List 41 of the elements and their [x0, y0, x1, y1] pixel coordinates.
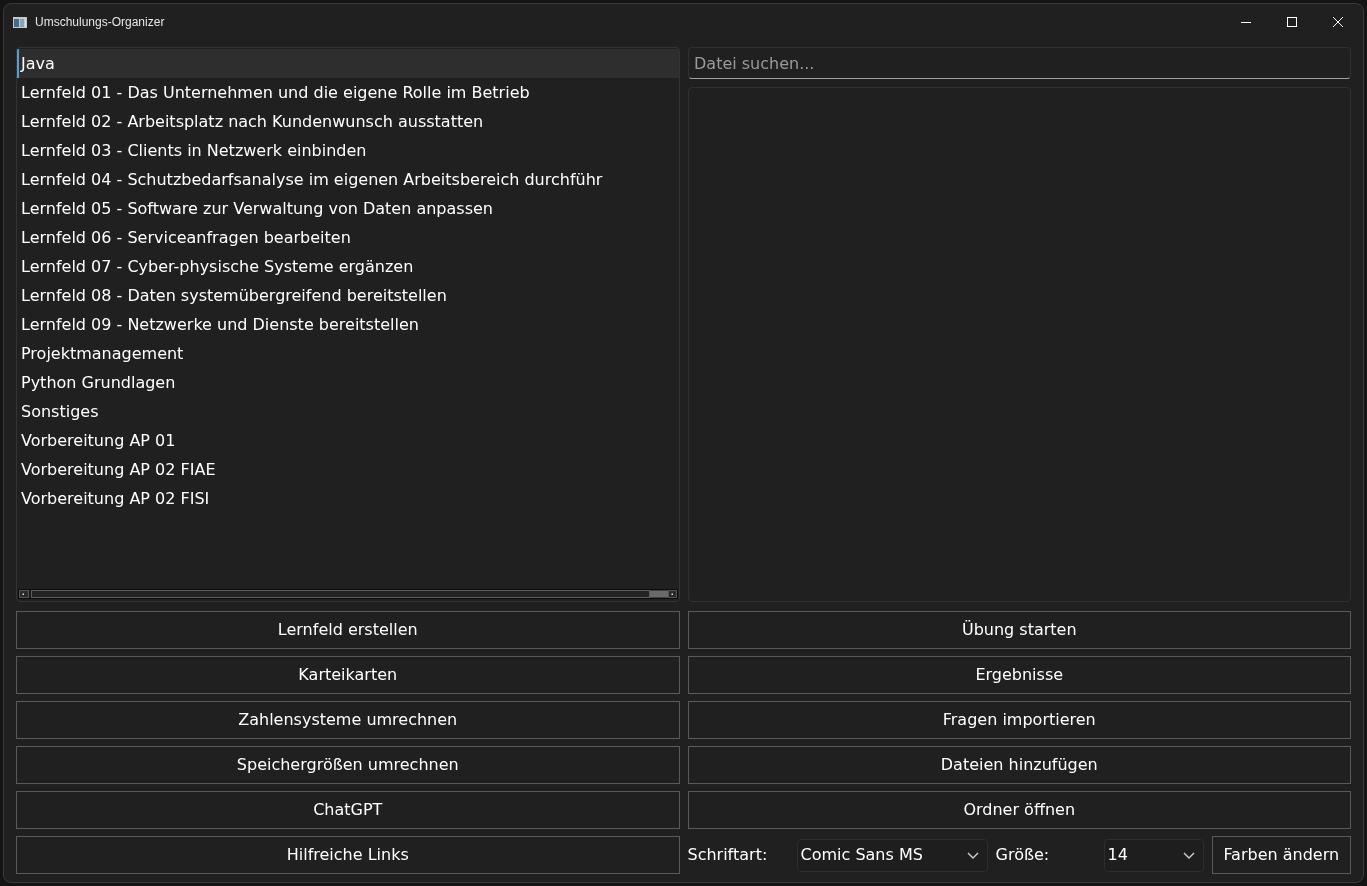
action-button[interactable]: Übung starten — [687, 611, 1351, 649]
action-button[interactable]: Lernfeld erstellen — [16, 611, 680, 649]
folder-item[interactable]: Lernfeld 05 - Software zur Verwaltung von Daten anpassen — [17, 194, 679, 223]
folder-item[interactable]: Lernfeld 03 - Clients in Netzwerk einbinden — [17, 136, 679, 165]
folder-item[interactable]: Vorbereitung AP 02 FISI — [17, 484, 679, 513]
action-button[interactable]: Zahlensysteme umrechnen — [16, 701, 680, 739]
chevron-down-icon — [1182, 851, 1195, 859]
font-label: Schriftart: — [687, 844, 769, 866]
folder-item[interactable]: Vorbereitung AP 01 — [17, 426, 679, 455]
folder-item[interactable]: Lernfeld 06 - Serviceanfragen bearbeiten — [17, 223, 679, 252]
close-icon — [1333, 17, 1343, 27]
search-field[interactable]: Datei suchen... — [688, 47, 1351, 79]
colors-button[interactable]: Farben ändern — [1211, 836, 1351, 874]
folder-item[interactable]: Python Grundlagen — [17, 368, 679, 397]
folder-item[interactable]: Lernfeld 01 - Das Unternehmen und die eigene Rolle im Betrieb — [17, 78, 679, 107]
action-button[interactable]: Fragen importieren — [687, 701, 1351, 739]
size-select[interactable]: 14 — [1103, 838, 1204, 872]
folder-item[interactable]: Java — [17, 49, 679, 78]
folder-item[interactable]: Lernfeld 07 - Cyber-physische Systeme ergänzen — [17, 252, 679, 281]
folder-item[interactable]: Lernfeld 02 - Arbeitsplatz nach Kundenwunsch ausstatten — [17, 107, 679, 136]
folder-item[interactable]: Sonstiges — [17, 397, 679, 426]
action-button[interactable]: Dateien hinzufügen — [687, 746, 1351, 784]
maximize-icon — [1287, 17, 1297, 27]
action-button[interactable]: ChatGPT — [16, 791, 680, 829]
horizontal-scrollbar[interactable] — [18, 589, 678, 599]
action-button[interactable]: Speichergrößen umrechnen — [16, 746, 680, 784]
folder-item[interactable]: Vorbereitung AP 02 FIAE — [17, 455, 679, 484]
chevron-down-icon — [966, 851, 979, 859]
action-button[interactable]: Karteikarten — [16, 656, 680, 694]
window-title: Umschulungs-Organizer — [35, 14, 165, 31]
action-button[interactable]: Ergebnisse — [687, 656, 1351, 694]
folder-item[interactable]: Lernfeld 04 - Schutzbedarfsanalyse im eigenen Arbeitsbereich durchführ — [17, 165, 679, 194]
folder-item[interactable]: Lernfeld 08 - Daten systemübergreifend bereitstellen — [17, 281, 679, 310]
folder-item[interactable]: Projektmanagement — [17, 339, 679, 368]
size-label: Größe: — [995, 844, 1051, 866]
action-button[interactable]: Ordner öffnen — [687, 791, 1351, 829]
app-window-icon — [13, 16, 27, 28]
action-button[interactable]: Hilfreiche Links — [16, 836, 680, 874]
minimize-icon — [1241, 21, 1251, 23]
font-select[interactable]: Comic Sans MS — [796, 838, 988, 872]
folder-item[interactable]: Lernfeld 09 - Netzwerke und Dienste bereitstellen — [17, 310, 679, 339]
